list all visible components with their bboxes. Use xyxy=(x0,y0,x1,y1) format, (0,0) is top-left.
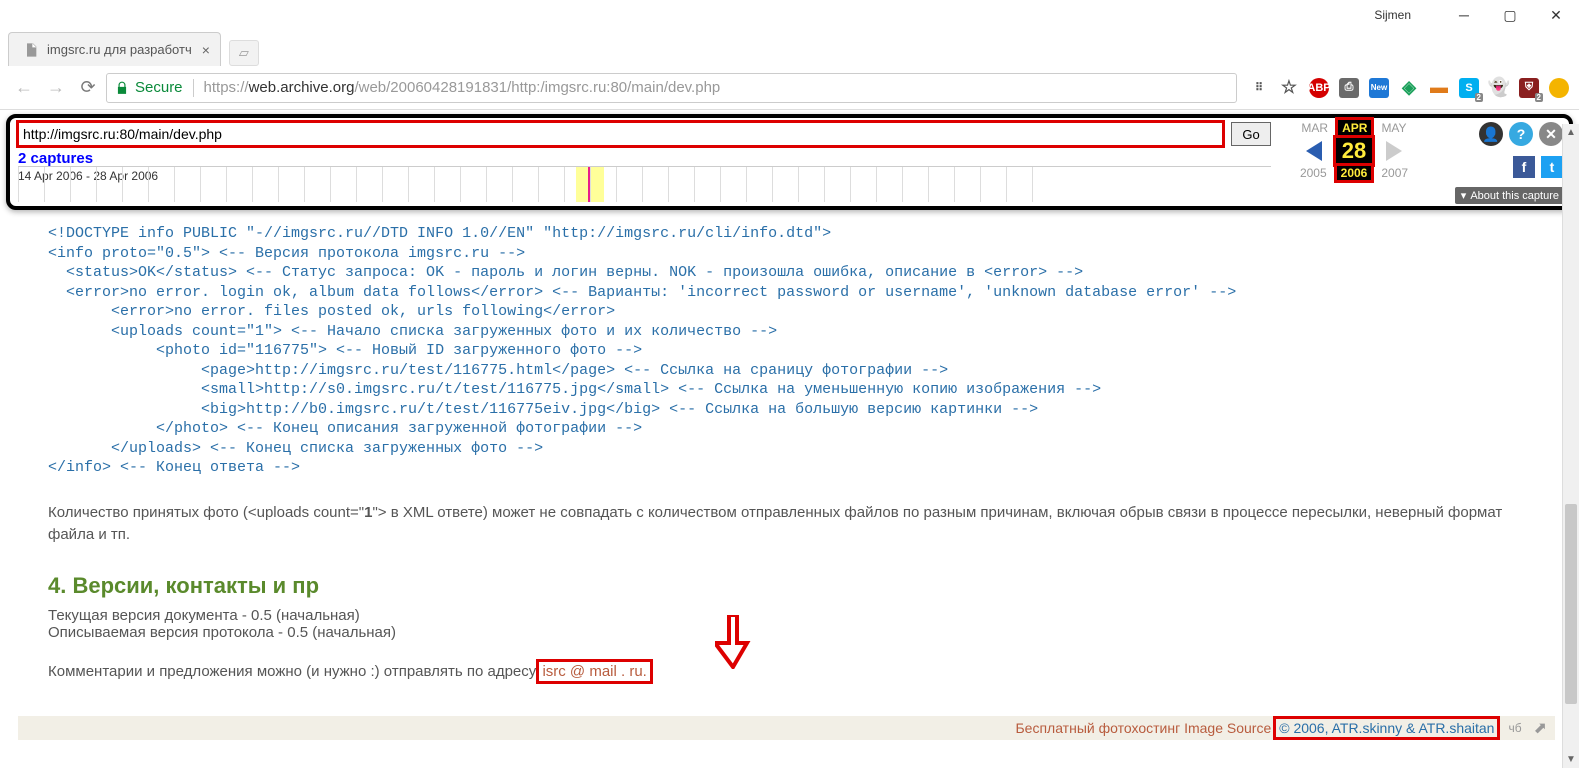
footer-host-link[interactable]: Бесплатный фотохостинг Image Source xyxy=(1015,720,1271,736)
tab-title: imgsrc.ru для разработч xyxy=(47,42,192,57)
wayback-go-button[interactable]: Go xyxy=(1231,122,1271,146)
wayback-timeline[interactable] xyxy=(18,166,1271,202)
extension-ghost-icon[interactable]: 👻 xyxy=(1489,78,1509,98)
facebook-share-icon[interactable]: f xyxy=(1513,156,1535,178)
address-bar[interactable]: Secure https://web.archive.org/web/20060… xyxy=(106,73,1237,103)
secure-indicator: Secure xyxy=(115,79,183,96)
version-proto-line: Описываемая версия протокола - 0.5 (нача… xyxy=(48,624,1549,641)
wayback-prev-month[interactable]: MAR xyxy=(1301,121,1328,135)
wayback-prev-year[interactable]: 2005 xyxy=(1300,166,1327,180)
wayback-current-day: 28 xyxy=(1336,138,1372,164)
footer-copyright-link[interactable]: © 2006, ATR.skinny & ATR.shaitan xyxy=(1277,720,1496,736)
extension-grey-icon[interactable]: ⎙ xyxy=(1339,78,1359,98)
wayback-current-month: APR xyxy=(1338,120,1371,136)
scroll-down-arrow-icon[interactable]: ▼ xyxy=(1563,751,1579,768)
translate-icon[interactable]: ⠿ xyxy=(1249,78,1269,98)
separator xyxy=(193,79,194,97)
secure-label: Secure xyxy=(135,79,183,96)
extension-green-icon[interactable]: ◈ xyxy=(1399,78,1419,98)
xml-code-block: <!DOCTYPE info PUBLIC "-//imgsrc.ru//DTD… xyxy=(48,224,1549,478)
extension-skype-icon[interactable]: S2 xyxy=(1459,78,1479,98)
page-content: <!DOCTYPE info PUBLIC "-//imgsrc.ru//DTD… xyxy=(0,214,1579,724)
forward-button[interactable]: → xyxy=(42,74,70,102)
wayback-toolbar: Go 2 captures 14 Apr 2006 - 28 Apr 2006 … xyxy=(6,114,1573,210)
profile-avatar-icon[interactable] xyxy=(1549,78,1569,98)
wayback-next-arrow-icon[interactable] xyxy=(1386,141,1402,161)
window-close-button[interactable]: ✕ xyxy=(1533,0,1579,30)
version-doc-line: Текущая версия документа - 0.5 (начальна… xyxy=(48,607,1549,624)
url-text: https://web.archive.org/web/200604281918… xyxy=(204,79,721,96)
footer-expand-icon[interactable]: ⬈ xyxy=(1534,718,1547,738)
wayback-next-year[interactable]: 2007 xyxy=(1381,166,1408,180)
file-icon xyxy=(23,42,39,58)
contact-line: Комментарии и предложения можно (и нужно… xyxy=(48,663,1549,680)
new-tab-button[interactable]: ▱ xyxy=(229,40,259,66)
reload-button[interactable]: ⟳ xyxy=(74,74,102,102)
tab-strip: imgsrc.ru для разработч × ▱ xyxy=(0,30,1579,66)
wayback-next-month[interactable]: MAY xyxy=(1381,121,1406,135)
wayback-about-button[interactable]: ▾About this capture xyxy=(1455,187,1565,204)
wayback-help-icon[interactable]: ? xyxy=(1509,122,1533,146)
contact-email-link[interactable]: isrc @ mail . ru. xyxy=(540,663,648,680)
tab-close-icon[interactable]: × xyxy=(202,42,210,58)
annotation-arrow-icon xyxy=(715,615,751,672)
extension-new-icon[interactable]: New xyxy=(1369,78,1389,98)
paragraph-uploads-note: Количество принятых фото (<uploads count… xyxy=(48,502,1549,547)
wayback-prev-arrow-icon[interactable] xyxy=(1306,141,1322,161)
adblock-icon[interactable]: ABP xyxy=(1309,78,1329,98)
extension-shield-icon[interactable]: ⛨2 xyxy=(1519,78,1539,98)
back-button[interactable]: ← xyxy=(10,74,38,102)
wayback-url-input[interactable] xyxy=(18,122,1223,146)
window-username: Sijmen xyxy=(1374,8,1411,22)
wayback-calendar: MAR APR MAY 28 2005 2006 2007 xyxy=(1279,118,1429,206)
extension-orange-icon[interactable]: ▬ xyxy=(1429,78,1449,98)
page-footer: Бесплатный фотохостинг Image Source © 20… xyxy=(18,716,1555,740)
window-titlebar: Sijmen ─ ▢ ✕ xyxy=(0,0,1579,30)
wayback-captures-link[interactable]: 2 captures xyxy=(18,150,1271,167)
twitter-share-icon[interactable]: t xyxy=(1541,156,1563,178)
section-heading-4: 4. Версии, контакты и пр xyxy=(48,573,1549,599)
browser-toolbar: ← → ⟳ Secure https://web.archive.org/web… xyxy=(0,66,1579,110)
wayback-close-icon[interactable]: ✕ xyxy=(1539,122,1563,146)
scroll-up-arrow-icon[interactable]: ▲ xyxy=(1563,124,1579,141)
scrollbar-thumb[interactable] xyxy=(1565,504,1577,704)
footer-chb-label[interactable]: чб xyxy=(1508,721,1521,735)
browser-tab[interactable]: imgsrc.ru для разработч × xyxy=(8,32,221,66)
lock-icon xyxy=(115,81,129,95)
window-minimize-button[interactable]: ─ xyxy=(1441,0,1487,30)
wayback-user-icon[interactable]: 👤 xyxy=(1479,122,1503,146)
vertical-scrollbar[interactable]: ▲ ▼ xyxy=(1562,124,1579,768)
window-maximize-button[interactable]: ▢ xyxy=(1487,0,1533,30)
extension-icons: ⠿ ☆ ABP ⎙ New ◈ ▬ S2 👻 ⛨2 xyxy=(1241,78,1569,98)
wayback-current-year: 2006 xyxy=(1337,166,1372,180)
bookmark-star-icon[interactable]: ☆ xyxy=(1279,78,1299,98)
